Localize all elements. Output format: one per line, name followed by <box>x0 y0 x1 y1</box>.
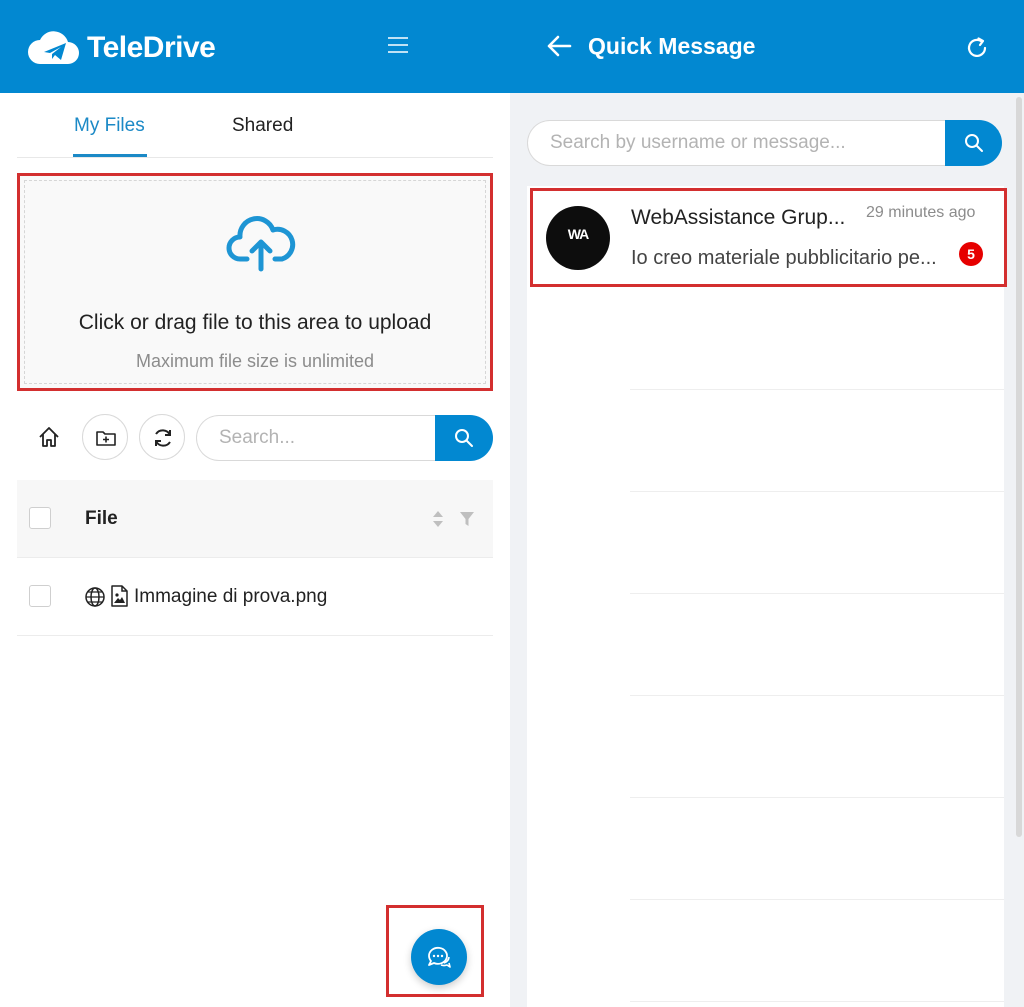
list-divider <box>630 899 1004 900</box>
table-header: File <box>17 480 493 558</box>
file-search <box>196 415 493 461</box>
upload-size-hint: Maximum file size is unlimited <box>135 351 375 371</box>
sort-icon[interactable] <box>432 509 444 529</box>
file-search-input[interactable] <box>196 415 436 461</box>
quick-message-header: Quick Message <box>510 0 1024 93</box>
list-divider <box>630 797 1004 798</box>
quick-message-pane: Quick Message Search by username or mess… <box>510 0 1024 1007</box>
search-icon <box>965 134 983 152</box>
file-toolbar <box>17 413 493 461</box>
quick-message-button[interactable] <box>411 929 467 985</box>
globe-icon <box>85 587 105 607</box>
refresh-button[interactable] <box>139 414 185 460</box>
app: TeleDrive My Files Shared Click or drag … <box>0 0 1024 1007</box>
app-header: TeleDrive <box>0 0 510 93</box>
search-icon <box>455 429 473 447</box>
back-arrow-icon[interactable] <box>546 34 572 58</box>
message-search-input[interactable] <box>527 120 947 166</box>
list-divider <box>630 593 1004 594</box>
reload-icon[interactable] <box>965 36 989 60</box>
file-name[interactable]: Immagine di prova.png <box>134 586 327 608</box>
image-file-icon <box>111 585 128 607</box>
files-pane: TeleDrive My Files Shared Click or drag … <box>0 0 510 1007</box>
row-checkbox[interactable] <box>29 585 51 607</box>
conversation-name: WebAssistance Grup... <box>631 206 846 229</box>
teledrive-logo-icon <box>28 31 79 64</box>
active-tab-indicator <box>73 154 147 157</box>
tab-my-files[interactable]: My Files <box>74 115 145 137</box>
file-table: File Immagine di prova.png <box>17 480 493 636</box>
column-file[interactable]: File <box>85 508 118 530</box>
new-folder-button[interactable] <box>82 414 128 460</box>
filter-icon[interactable] <box>459 511 475 527</box>
quick-message-title: Quick Message <box>588 33 756 59</box>
scrollbar[interactable] <box>1014 93 1024 1007</box>
list-divider <box>630 491 1004 492</box>
upload-dropzone-inner: Click or drag file to this area to uploa… <box>24 180 486 384</box>
menu-icon[interactable] <box>388 37 408 55</box>
unread-badge: 5 <box>959 242 983 266</box>
home-icon[interactable] <box>35 423 63 451</box>
new-folder-icon <box>96 431 116 446</box>
avatar-initials: WA <box>567 226 590 242</box>
list-divider <box>630 1001 1004 1002</box>
list-divider <box>630 389 1004 390</box>
upload-dropzone[interactable]: Click or drag file to this area to uploa… <box>17 173 493 391</box>
tab-shared[interactable]: Shared <box>232 115 293 137</box>
scrollbar-thumb[interactable] <box>1016 97 1022 837</box>
file-tabs: My Files Shared <box>17 93 493 158</box>
brand-name: TeleDrive <box>87 31 216 64</box>
conversation-item[interactable]: WA WebAssistance Grup... 29 minutes ago … <box>530 188 1007 287</box>
message-search-button[interactable] <box>945 120 1002 166</box>
conversation-preview: Io creo materiale pubblicitario pe... <box>631 247 937 269</box>
list-divider <box>630 695 1004 696</box>
upload-instruction: Click or drag file to this area to uploa… <box>78 311 432 334</box>
chat-icon <box>428 946 451 968</box>
conversation-time: 29 minutes ago <box>866 204 976 221</box>
avatar: WA <box>546 206 610 270</box>
file-search-button[interactable] <box>435 415 493 461</box>
table-row[interactable]: Immagine di prova.png <box>17 558 493 636</box>
refresh-icon <box>155 429 171 447</box>
conversation-list <box>527 186 1004 1007</box>
cloud-upload-icon <box>226 216 296 272</box>
select-all-checkbox[interactable] <box>29 507 51 529</box>
message-search <box>527 120 1002 166</box>
